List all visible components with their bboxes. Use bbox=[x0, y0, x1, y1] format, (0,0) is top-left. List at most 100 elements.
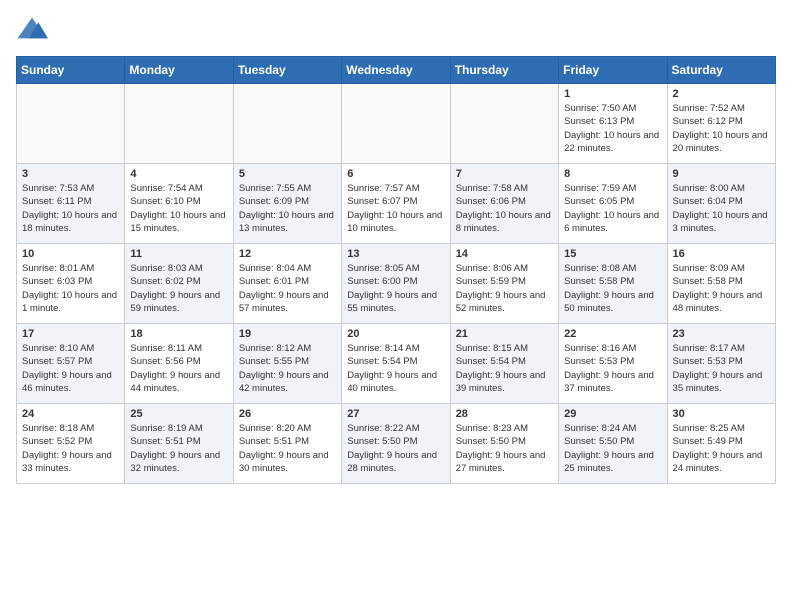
day-number: 1 bbox=[564, 88, 661, 100]
calendar-week-5: 24 Sunrise: 8:18 AMSunset: 5:52 PMDayligh… bbox=[17, 404, 776, 484]
calendar-cell bbox=[342, 84, 450, 164]
day-number: 21 bbox=[456, 328, 553, 340]
calendar: SundayMondayTuesdayWednesdayThursdayFrid… bbox=[16, 56, 776, 484]
day-info: Sunrise: 7:50 AMSunset: 6:13 PMDaylight:… bbox=[564, 102, 661, 155]
page-header bbox=[16, 16, 776, 44]
day-number: 13 bbox=[347, 248, 444, 260]
weekday-header-friday: Friday bbox=[559, 57, 667, 84]
day-number: 10 bbox=[22, 248, 119, 260]
weekday-header-sunday: Sunday bbox=[17, 57, 125, 84]
day-number: 29 bbox=[564, 408, 661, 420]
day-number: 25 bbox=[130, 408, 227, 420]
calendar-cell: 24 Sunrise: 8:18 AMSunset: 5:52 PMDayligh… bbox=[17, 404, 125, 484]
day-info: Sunrise: 8:22 AMSunset: 5:50 PMDaylight:… bbox=[347, 422, 444, 475]
calendar-cell: 26Sunrise: 8:20 AMSunset: 5:51 PMDayligh… bbox=[233, 404, 341, 484]
day-info: Sunrise: 8:16 AMSunset: 5:53 PMDaylight:… bbox=[564, 342, 661, 395]
day-info: Sunrise: 7:55 AMSunset: 6:09 PMDaylight:… bbox=[239, 182, 336, 235]
calendar-cell: 18 Sunrise: 8:11 AMSunset: 5:56 PMDayligh… bbox=[125, 324, 233, 404]
day-info: Sunrise: 8:00 AMSunset: 6:04 PMDaylight:… bbox=[673, 182, 770, 235]
day-number: 4 bbox=[130, 168, 227, 180]
day-number: 3 bbox=[22, 168, 119, 180]
day-info: Sunrise: 8:19 AMSunset: 5:51 PMDaylight:… bbox=[130, 422, 227, 475]
day-info: Sunrise: 8:10 AMSunset: 5:57 PMDaylight:… bbox=[22, 342, 119, 395]
calendar-cell: 20 Sunrise: 8:14 AMSunset: 5:54 PMDayligh… bbox=[342, 324, 450, 404]
calendar-cell: 9 Sunrise: 8:00 AMSunset: 6:04 PMDaylight… bbox=[667, 164, 775, 244]
day-number: 12 bbox=[239, 248, 336, 260]
day-info: Sunrise: 7:52 AMSunset: 6:12 PMDaylight:… bbox=[673, 102, 770, 155]
calendar-cell: 3 Sunrise: 7:53 AMSunset: 6:11 PMDaylight… bbox=[17, 164, 125, 244]
calendar-cell bbox=[125, 84, 233, 164]
calendar-cell: 28Sunrise: 8:23 AMSunset: 5:50 PMDayligh… bbox=[450, 404, 558, 484]
calendar-cell: 22 Sunrise: 8:16 AMSunset: 5:53 PMDayligh… bbox=[559, 324, 667, 404]
day-number: 7 bbox=[456, 168, 553, 180]
day-number: 17 bbox=[22, 328, 119, 340]
calendar-cell bbox=[17, 84, 125, 164]
day-info: Sunrise: 8:14 AMSunset: 5:54 PMDaylight:… bbox=[347, 342, 444, 395]
day-info: Sunrise: 7:53 AMSunset: 6:11 PMDaylight:… bbox=[22, 182, 119, 235]
day-info: Sunrise: 8:01 AMSunset: 6:03 PMDaylight:… bbox=[22, 262, 119, 315]
calendar-cell: 2 Sunrise: 7:52 AMSunset: 6:12 PMDaylight… bbox=[667, 84, 775, 164]
calendar-cell: 23 Sunrise: 8:17 AMSunset: 5:53 PMDayligh… bbox=[667, 324, 775, 404]
day-info: Sunrise: 8:09 AMSunset: 5:58 PMDaylight:… bbox=[673, 262, 770, 315]
day-number: 2 bbox=[673, 88, 770, 100]
weekday-header-monday: Monday bbox=[125, 57, 233, 84]
calendar-cell: 14 Sunrise: 8:06 AMSunset: 5:59 PMDayligh… bbox=[450, 244, 558, 324]
day-info: Sunrise: 8:11 AMSunset: 5:56 PMDaylight:… bbox=[130, 342, 227, 395]
day-info: Sunrise: 8:17 AMSunset: 5:53 PMDaylight:… bbox=[673, 342, 770, 395]
calendar-cell: 15 Sunrise: 8:08 AMSunset: 5:58 PMDayligh… bbox=[559, 244, 667, 324]
calendar-cell: 8 Sunrise: 7:59 AMSunset: 6:05 PMDaylight… bbox=[559, 164, 667, 244]
day-number: 19 bbox=[239, 328, 336, 340]
calendar-cell bbox=[450, 84, 558, 164]
day-number: 9 bbox=[673, 168, 770, 180]
day-number: 23 bbox=[673, 328, 770, 340]
calendar-header-row: SundayMondayTuesdayWednesdayThursdayFrid… bbox=[17, 57, 776, 84]
calendar-cell: 25 Sunrise: 8:19 AMSunset: 5:51 PMDayligh… bbox=[125, 404, 233, 484]
day-info: Sunrise: 8:12 AMSunset: 5:55 PMDaylight:… bbox=[239, 342, 336, 395]
day-number: 30 bbox=[673, 408, 770, 420]
day-number: 16 bbox=[673, 248, 770, 260]
day-number: 24 bbox=[22, 408, 119, 420]
calendar-cell: 17 Sunrise: 8:10 AMSunset: 5:57 PMDayligh… bbox=[17, 324, 125, 404]
weekday-header-thursday: Thursday bbox=[450, 57, 558, 84]
day-info: Sunrise: 8:04 AMSunset: 6:01 PMDaylight:… bbox=[239, 262, 336, 315]
weekday-header-saturday: Saturday bbox=[667, 57, 775, 84]
weekday-header-tuesday: Tuesday bbox=[233, 57, 341, 84]
day-info: Sunrise: 8:18 AMSunset: 5:52 PMDaylight:… bbox=[22, 422, 119, 475]
calendar-cell bbox=[233, 84, 341, 164]
calendar-cell: 4 Sunrise: 7:54 AMSunset: 6:10 PMDaylight… bbox=[125, 164, 233, 244]
day-info: Sunrise: 8:25 AMSunset: 5:49 PMDaylight:… bbox=[673, 422, 770, 475]
logo-icon bbox=[16, 16, 48, 44]
day-number: 27 bbox=[347, 408, 444, 420]
calendar-cell: 19 Sunrise: 8:12 AMSunset: 5:55 PMDayligh… bbox=[233, 324, 341, 404]
day-info: Sunrise: 8:05 AMSunset: 6:00 PMDaylight:… bbox=[347, 262, 444, 315]
calendar-week-3: 10 Sunrise: 8:01 AMSunset: 6:03 PMDayligh… bbox=[17, 244, 776, 324]
calendar-week-1: 1 Sunrise: 7:50 AMSunset: 6:13 PMDaylight… bbox=[17, 84, 776, 164]
day-info: Sunrise: 8:23 AMSunset: 5:50 PMDaylight:… bbox=[456, 422, 553, 475]
calendar-cell: 21 Sunrise: 8:15 AMSunset: 5:54 PMDayligh… bbox=[450, 324, 558, 404]
day-number: 11 bbox=[130, 248, 227, 260]
day-info: Sunrise: 7:54 AMSunset: 6:10 PMDaylight:… bbox=[130, 182, 227, 235]
day-number: 20 bbox=[347, 328, 444, 340]
day-info: Sunrise: 8:24 AMSunset: 5:50 PMDaylight:… bbox=[564, 422, 661, 475]
calendar-cell: 1 Sunrise: 7:50 AMSunset: 6:13 PMDaylight… bbox=[559, 84, 667, 164]
calendar-cell: 30 Sunrise: 8:25 AMSunset: 5:49 PMDayligh… bbox=[667, 404, 775, 484]
day-info: Sunrise: 8:06 AMSunset: 5:59 PMDaylight:… bbox=[456, 262, 553, 315]
day-info: Sunrise: 7:58 AMSunset: 6:06 PMDaylight:… bbox=[456, 182, 553, 235]
day-info: Sunrise: 8:15 AMSunset: 5:54 PMDaylight:… bbox=[456, 342, 553, 395]
calendar-cell: 7 Sunrise: 7:58 AMSunset: 6:06 PMDaylight… bbox=[450, 164, 558, 244]
day-number: 15 bbox=[564, 248, 661, 260]
day-number: 22 bbox=[564, 328, 661, 340]
calendar-cell: 5Sunrise: 7:55 AMSunset: 6:09 PMDaylight… bbox=[233, 164, 341, 244]
weekday-header-wednesday: Wednesday bbox=[342, 57, 450, 84]
calendar-week-2: 3 Sunrise: 7:53 AMSunset: 6:11 PMDaylight… bbox=[17, 164, 776, 244]
calendar-cell: 10 Sunrise: 8:01 AMSunset: 6:03 PMDayligh… bbox=[17, 244, 125, 324]
day-info: Sunrise: 8:08 AMSunset: 5:58 PMDaylight:… bbox=[564, 262, 661, 315]
day-info: Sunrise: 7:59 AMSunset: 6:05 PMDaylight:… bbox=[564, 182, 661, 235]
day-info: Sunrise: 7:57 AMSunset: 6:07 PMDaylight:… bbox=[347, 182, 444, 235]
day-info: Sunrise: 8:20 AMSunset: 5:51 PMDaylight:… bbox=[239, 422, 336, 475]
calendar-cell: 27 Sunrise: 8:22 AMSunset: 5:50 PMDayligh… bbox=[342, 404, 450, 484]
day-number: 18 bbox=[130, 328, 227, 340]
day-number: 8 bbox=[564, 168, 661, 180]
calendar-cell: 16 Sunrise: 8:09 AMSunset: 5:58 PMDayligh… bbox=[667, 244, 775, 324]
day-number: 14 bbox=[456, 248, 553, 260]
